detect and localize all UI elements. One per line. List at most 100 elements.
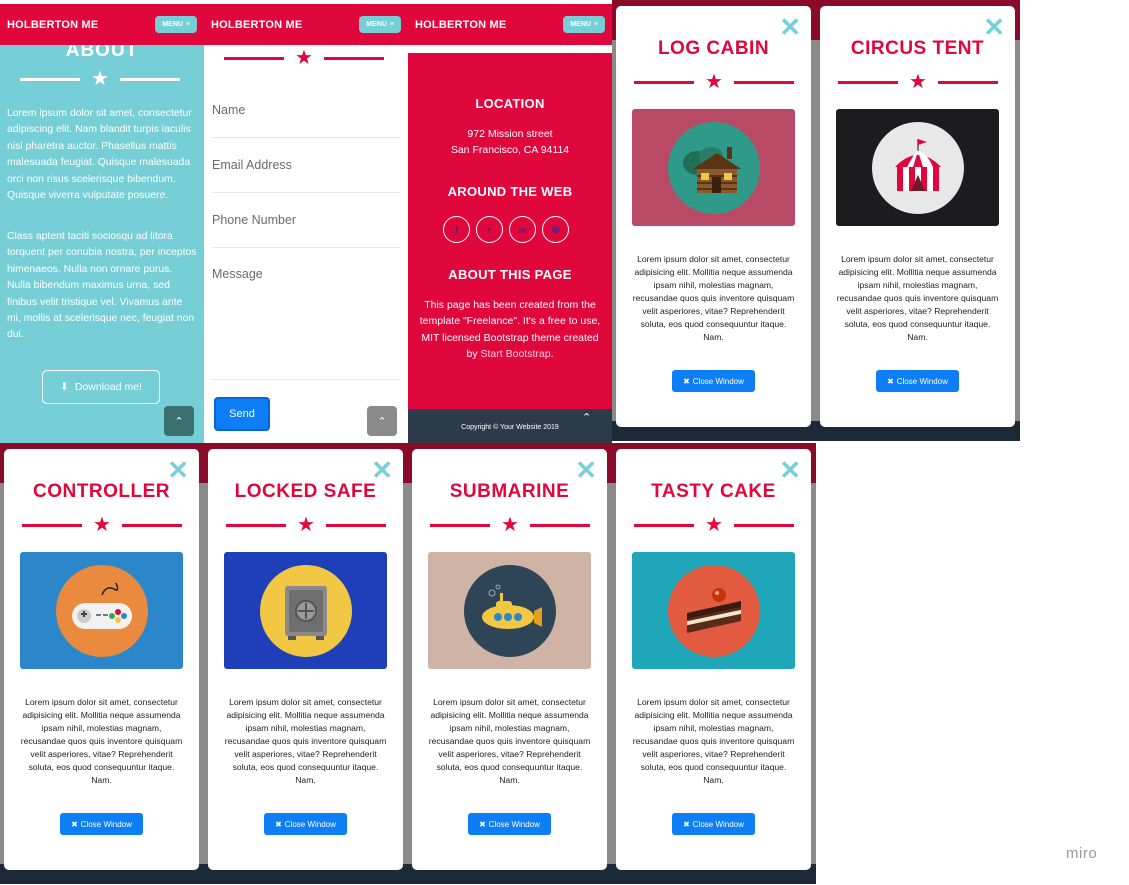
close-window-button[interactable]: ✖ Close Window — [60, 813, 143, 835]
send-button[interactable]: Send — [214, 397, 270, 431]
star-icon: ★ — [295, 47, 313, 69]
around-web-title: AROUND THE WEB — [447, 184, 573, 199]
star-icon: ★ — [297, 514, 315, 536]
menu-label: MENU — [570, 21, 591, 28]
close-window-button[interactable]: ✖ Close Window — [468, 813, 551, 835]
portfolio-modal: ✕ LOCKED SAFE ★ Lorem ipsum dolor sit amet,… — [208, 449, 403, 870]
scroll-top-button[interactable]: ⌃ — [164, 406, 194, 436]
star-divider: ★ — [634, 72, 794, 92]
close-icon[interactable]: ✕ — [779, 14, 801, 40]
menu-button[interactable]: MENU ≡ — [155, 16, 197, 33]
about-paragraph-1: Lorem ipsum dolor sit amet, consectetur … — [7, 108, 192, 202]
linkedin-icon[interactable]: in — [509, 216, 536, 243]
address-line-1: 972 Mission street — [467, 128, 553, 140]
location-title: LOCATION — [475, 96, 545, 111]
dribbble-icon[interactable]: ◎ — [542, 216, 569, 243]
navbar-brand[interactable]: HOLBERTON ME — [415, 19, 506, 31]
modal-panel: ✕ SUBMARINE ★ Lorem ipsum dolor sit amet, c… — [408, 443, 612, 884]
navbar: HOLBERTON ME MENU ≡ — [0, 4, 204, 45]
start-bootstrap-link[interactable]: Start Bootstrap — [481, 348, 551, 360]
log-cabin-icon — [667, 121, 760, 214]
portfolio-image — [20, 552, 183, 669]
navbar-brand[interactable]: HOLBERTON ME — [7, 19, 98, 31]
close-icon[interactable]: ✕ — [167, 457, 189, 483]
download-button[interactable]: ⬇ Download me! — [42, 370, 160, 404]
close-icon: ✖ — [71, 819, 78, 829]
game-controller-icon — [55, 564, 148, 657]
close-window-label: Close Window — [896, 376, 948, 386]
modal-description: Lorem ipsum dolor sit amet, consectetur … — [836, 254, 999, 342]
star-divider: ★ — [20, 69, 180, 89]
modal-description: Lorem ipsum dolor sit amet, consectetur … — [20, 697, 183, 785]
star-icon: ★ — [501, 514, 519, 536]
star-divider: ★ — [224, 48, 384, 68]
portfolio-image — [632, 552, 795, 669]
facebook-icon[interactable]: f — [443, 216, 470, 243]
close-window-label: Close Window — [488, 819, 540, 829]
about-page-text: This page has been created from the temp… — [418, 297, 602, 363]
about-panel: HOLBERTON ME MENU ≡ ABOUT ★ Lorem ipsum d… — [0, 4, 204, 445]
star-icon: ★ — [705, 71, 723, 93]
phone-field[interactable]: Phone Number — [212, 213, 400, 248]
star-icon: ★ — [91, 68, 109, 90]
star-divider: ★ — [226, 515, 386, 535]
footer-panel: HOLBERTON ME MENU ≡ LOCATION 972 Mission … — [408, 4, 612, 445]
modal-title: CIRCUS TENT — [850, 38, 985, 59]
navbar: HOLBERTON ME MENU ≡ — [408, 4, 612, 45]
portfolio-image — [428, 552, 591, 669]
copyright-text: Copyright © Your Website 2019 — [461, 423, 559, 431]
close-window-button[interactable]: ✖ Close Window — [876, 370, 959, 392]
message-field[interactable]: Message — [212, 267, 400, 380]
modal-title: CONTROLLER — [33, 481, 170, 502]
close-icon[interactable]: ✕ — [779, 457, 801, 483]
cake-icon — [667, 564, 760, 657]
modal-title: TASTY CAKE — [651, 481, 776, 502]
close-window-button[interactable]: ✖ Close Window — [264, 813, 347, 835]
menu-label: MENU — [162, 21, 183, 28]
close-icon: ✖ — [887, 376, 894, 386]
about-page-title: ABOUT THIS PAGE — [448, 267, 572, 282]
download-label: Download me! — [74, 381, 142, 393]
hamburger-icon: ≡ — [593, 21, 598, 28]
circus-tent-icon — [871, 121, 964, 214]
contact-panel: HOLBERTON ME MENU ≡ ★ Name Email Address … — [204, 4, 408, 445]
close-icon[interactable]: ✕ — [371, 457, 393, 483]
close-icon[interactable]: ✕ — [575, 457, 597, 483]
menu-button[interactable]: MENU ≡ — [563, 16, 605, 33]
portfolio-image — [632, 109, 795, 226]
close-window-label: Close Window — [80, 819, 132, 829]
portfolio-image — [224, 552, 387, 669]
portfolio-modal: ✕ CIRCUS TENT ★ Lorem ipsum dolor sit amet,… — [820, 6, 1015, 427]
menu-button[interactable]: MENU ≡ — [359, 16, 401, 33]
close-window-label: Close Window — [692, 819, 744, 829]
close-icon: ✖ — [479, 819, 486, 829]
hamburger-icon: ≡ — [185, 21, 190, 28]
modal-panel: ✕ CONTROLLER ★ Lorem ipsum dolor sit amet, … — [0, 443, 204, 884]
close-icon: ✖ — [683, 376, 690, 386]
social-links: f t in ◎ — [443, 216, 569, 243]
modal-panel: ✕ LOG CABIN ★ Lorem ipsum dolor sit amet, c… — [612, 0, 816, 441]
close-window-button[interactable]: ✖ Close Window — [672, 370, 755, 392]
modal-panel: ✕ CIRCUS TENT ★ Lorem ipsum dolor sit amet,… — [816, 0, 1020, 441]
portfolio-modal: ✕ TASTY CAKE ★ Lorem ipsum dolor sit amet, … — [616, 449, 811, 870]
navbar-brand[interactable]: HOLBERTON ME — [211, 19, 302, 31]
address-line-2: San Francisco, CA 94114 — [450, 144, 570, 156]
modal-description: Lorem ipsum dolor sit amet, consectetur … — [224, 697, 387, 785]
star-icon: ★ — [705, 514, 723, 536]
scroll-top-button[interactable]: ⌃ — [367, 406, 397, 436]
chevron-up-icon: ⌃ — [377, 415, 387, 428]
close-window-button[interactable]: ✖ Close Window — [672, 813, 755, 835]
star-icon: ★ — [909, 71, 927, 93]
twitter-icon[interactable]: t — [476, 216, 503, 243]
email-field[interactable]: Email Address — [212, 158, 400, 193]
star-divider: ★ — [838, 72, 998, 92]
close-icon: ✖ — [275, 819, 282, 829]
menu-label: MENU — [366, 21, 387, 28]
modal-description: Lorem ipsum dolor sit amet, consectetur … — [632, 254, 795, 342]
close-window-label: Close Window — [284, 819, 336, 829]
name-field[interactable]: Name — [212, 103, 400, 138]
chevron-up-icon[interactable]: ⌃ — [582, 411, 591, 424]
modal-title: LOCKED SAFE — [234, 481, 377, 502]
star-icon: ★ — [93, 514, 111, 536]
close-icon[interactable]: ✕ — [983, 14, 1005, 40]
